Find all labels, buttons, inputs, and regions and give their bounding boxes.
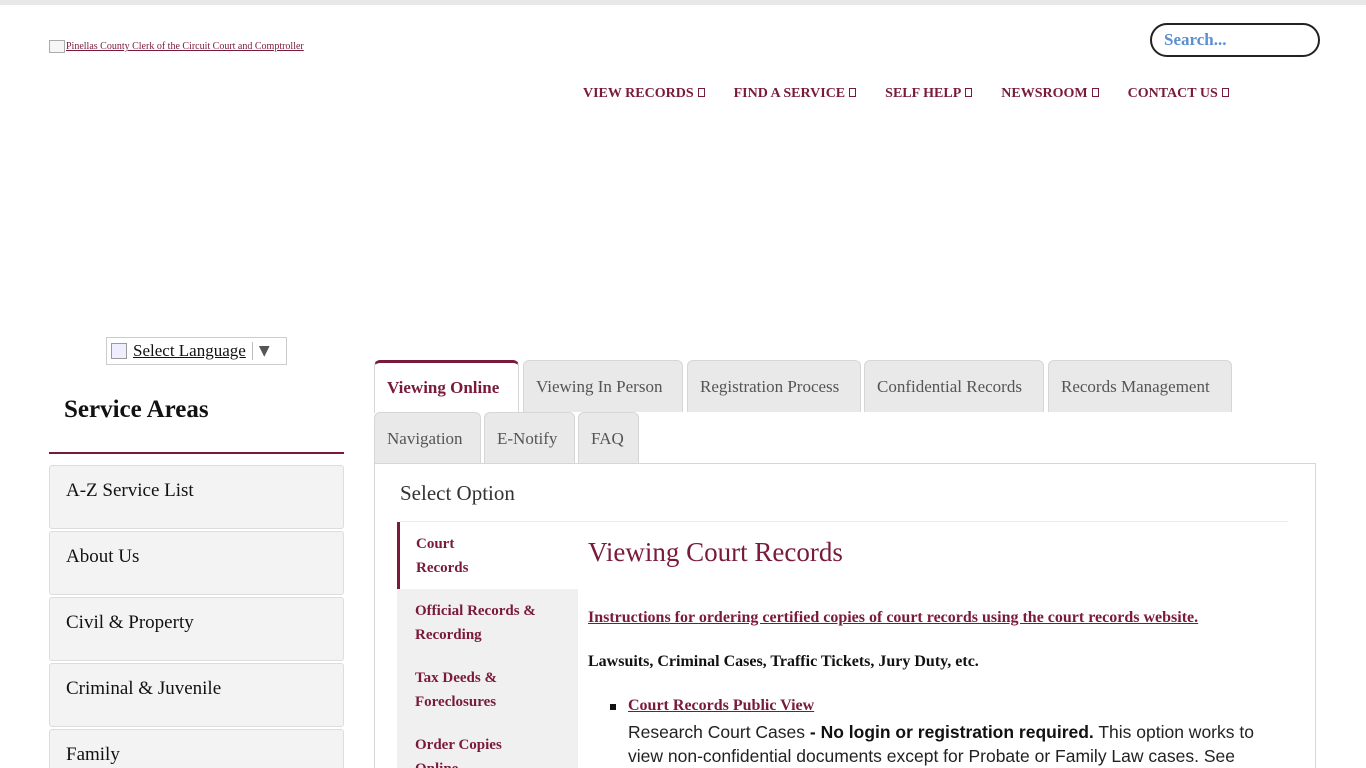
court-records-public-view-link[interactable]: Court Records Public View bbox=[628, 697, 814, 715]
option-label: Records bbox=[416, 560, 469, 576]
content-title: Viewing Court Records bbox=[588, 537, 843, 567]
tab-label: Records Management bbox=[1061, 376, 1210, 396]
tab-registration-process[interactable]: Registration Process bbox=[687, 360, 861, 412]
search-input[interactable] bbox=[1150, 23, 1320, 57]
tab-label: Confidential Records bbox=[877, 376, 1022, 396]
select-option-heading: Select Option bbox=[400, 481, 515, 505]
nav-self-help[interactable]: SELF HELP bbox=[885, 86, 973, 102]
tab-records-management[interactable]: Records Management bbox=[1048, 360, 1232, 412]
sidebar-divider bbox=[49, 452, 344, 454]
top-bar bbox=[0, 0, 1366, 5]
logo-alt-text: Pinellas County Clerk of the Circuit Cou… bbox=[66, 41, 304, 52]
tab-label: Viewing In Person bbox=[536, 376, 663, 396]
tab-faq[interactable]: FAQ bbox=[578, 412, 639, 464]
chevron-down-icon: ▼ bbox=[258, 343, 270, 359]
desc-bold-text: - No login or registration required. bbox=[809, 722, 1094, 742]
nav-view-records[interactable]: VIEW RECORDS bbox=[583, 86, 705, 102]
nav-label: SELF HELP bbox=[885, 86, 962, 101]
tab-navigation[interactable]: Navigation bbox=[374, 412, 481, 464]
dropdown-icon bbox=[965, 87, 973, 97]
broken-image-icon bbox=[49, 40, 65, 53]
sidebar-item-label: A-Z Service List bbox=[66, 480, 194, 501]
divider bbox=[251, 342, 253, 360]
dropdown-icon bbox=[1221, 87, 1229, 97]
dropdown-icon bbox=[1091, 87, 1099, 97]
sidebar-title: Service Areas bbox=[64, 396, 209, 423]
content-subheading: Lawsuits, Criminal Cases, Traffic Ticket… bbox=[588, 653, 979, 670]
bullet-marker bbox=[610, 704, 616, 710]
sidebar-item-label: Civil & Property bbox=[66, 612, 194, 633]
nav-find-a-service[interactable]: FIND A SERVICE bbox=[734, 86, 857, 102]
option-tax-deeds[interactable]: Tax Deeds & Foreclosures bbox=[397, 666, 578, 714]
nav-label: CONTACT US bbox=[1127, 86, 1218, 101]
dropdown-icon bbox=[849, 87, 857, 97]
sidebar-item-criminal-juvenile[interactable]: Criminal & Juvenile bbox=[49, 663, 344, 727]
option-label: Online bbox=[415, 757, 560, 768]
sidebar-item-label: About Us bbox=[66, 546, 140, 567]
translate-icon bbox=[111, 343, 127, 359]
instructions-link[interactable]: Instructions for ordering certified copi… bbox=[588, 609, 1198, 627]
sidebar-item-family[interactable]: Family bbox=[49, 729, 344, 768]
clerk-logo-link[interactable]: Pinellas County Clerk of the Circuit Cou… bbox=[49, 40, 304, 53]
language-label: Select Language bbox=[133, 341, 246, 360]
nav-contact-us[interactable]: CONTACT US bbox=[1128, 86, 1229, 102]
tab-viewing-in-person[interactable]: Viewing In Person bbox=[523, 360, 683, 412]
option-court-records[interactable]: Court Records bbox=[397, 522, 578, 589]
dropdown-icon bbox=[697, 87, 705, 97]
sidebar-item-label: Criminal & Juvenile bbox=[66, 678, 222, 699]
tab-label: FAQ bbox=[591, 428, 624, 448]
option-label: Recording bbox=[415, 627, 482, 643]
main-nav: VIEW RECORDS FIND A SERVICE SELF HELP NE… bbox=[583, 86, 1258, 102]
nav-label: VIEW RECORDS bbox=[583, 86, 694, 101]
tab-viewing-online[interactable]: Viewing Online bbox=[374, 360, 519, 413]
public-view-description: Research Court Cases - No login or regis… bbox=[628, 720, 1288, 768]
nav-label: FIND A SERVICE bbox=[733, 86, 846, 101]
nav-label: NEWSROOM bbox=[1001, 86, 1088, 101]
option-label: Tax Deeds & bbox=[415, 670, 497, 686]
tab-e-notify[interactable]: E-Notify bbox=[484, 412, 575, 464]
desc-text: Research Court Cases bbox=[628, 722, 810, 742]
tab-label: Navigation bbox=[387, 428, 463, 448]
option-label: Order Copies bbox=[415, 737, 502, 753]
option-order-copies[interactable]: Order Copies Online bbox=[397, 733, 578, 768]
option-label: Official Records & bbox=[415, 603, 536, 619]
option-official-records[interactable]: Official Records & Recording bbox=[397, 599, 578, 647]
tab-label: E-Notify bbox=[497, 428, 558, 448]
sidebar-item-civil-property[interactable]: Civil & Property bbox=[49, 597, 344, 661]
nav-newsroom[interactable]: NEWSROOM bbox=[1001, 86, 1099, 102]
tab-label: Viewing Online bbox=[387, 378, 500, 397]
sidebar-item-a-z-service-list[interactable]: A-Z Service List bbox=[49, 465, 344, 529]
option-label: Foreclosures bbox=[415, 694, 497, 710]
option-label: Court bbox=[416, 536, 455, 552]
tab-label: Registration Process bbox=[700, 376, 840, 396]
sidebar-item-label: Family bbox=[66, 744, 120, 765]
tab-confidential-records[interactable]: Confidential Records bbox=[864, 360, 1044, 412]
language-selector[interactable]: Select Language ▼ bbox=[106, 337, 287, 365]
sidebar-item-about-us[interactable]: About Us bbox=[49, 531, 344, 595]
